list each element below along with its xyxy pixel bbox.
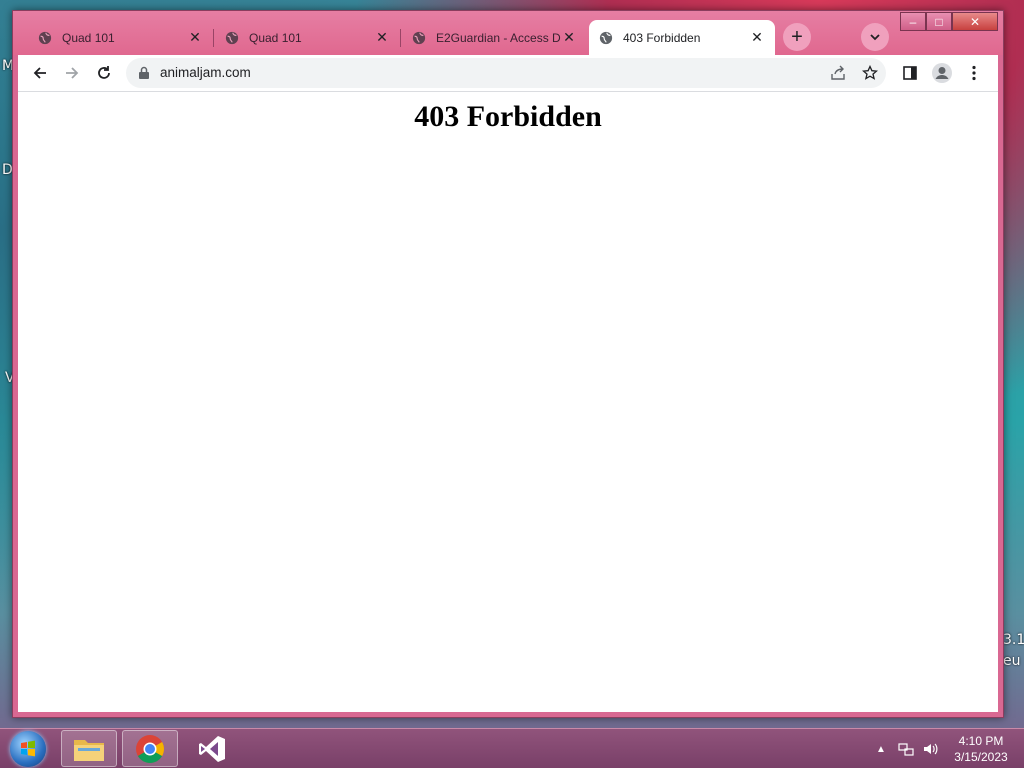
desktop-edge-text: 3.1	[1003, 632, 1024, 648]
avatar-icon	[932, 63, 952, 83]
profile-button[interactable]	[930, 61, 954, 85]
chrome-icon	[136, 734, 164, 763]
browser-toolbar: animaljam.com	[18, 55, 998, 91]
minimize-icon: –	[909, 14, 917, 29]
close-tab-icon[interactable]: ✕	[374, 29, 390, 46]
kebab-menu-icon	[972, 65, 976, 81]
windows-logo-icon	[21, 740, 35, 757]
tab-title: E2Guardian - Access Denied	[436, 30, 561, 45]
tab-title: Quad 101	[62, 30, 115, 45]
address-bar[interactable]: animaljam.com	[126, 58, 886, 88]
tab-divider	[400, 29, 401, 47]
arrow-right-icon	[66, 67, 79, 79]
lock-icon	[139, 66, 149, 79]
globe-icon	[412, 31, 426, 44]
new-tab-button[interactable]: +	[783, 23, 811, 51]
arrow-left-icon	[33, 67, 46, 79]
minimize-button[interactable]: –	[900, 12, 926, 31]
page-content: 403 Forbidden	[18, 91, 998, 712]
desktop-edge-text: eu	[1003, 653, 1021, 669]
show-hidden-icons-button[interactable]: ▲	[874, 729, 888, 768]
maximize-button[interactable]: □	[926, 12, 952, 31]
volume-control[interactable]	[920, 729, 940, 768]
clock-time: 4:10 PM	[958, 734, 1004, 748]
tab-403-forbidden[interactable]: 403 Forbidden ✕	[589, 20, 775, 55]
side-panel-icon	[903, 66, 917, 80]
system-clock[interactable]: 4:10 PM 3/15/2023	[948, 733, 1014, 765]
clock-date: 3/15/2023	[954, 750, 1008, 764]
page-heading: 403 Forbidden	[414, 100, 602, 133]
tab-divider	[213, 29, 214, 47]
globe-icon	[599, 31, 613, 44]
folder-icon	[74, 739, 104, 761]
network-status[interactable]	[896, 729, 916, 768]
visual-studio-icon	[199, 735, 225, 762]
tab-search-button[interactable]	[861, 23, 889, 51]
close-tab-icon[interactable]: ✕	[187, 29, 203, 46]
forward-button[interactable]	[60, 61, 84, 85]
network-icon	[898, 743, 914, 756]
taskbar-file-explorer[interactable]	[61, 730, 117, 767]
taskbar: ▲ 4:10 PM 3/15/2023	[0, 728, 1024, 768]
tab-quad-101-2[interactable]: Quad 101 ✕	[215, 20, 400, 55]
reload-icon	[98, 66, 110, 79]
url-text: animaljam.com	[160, 65, 251, 80]
bookmark-button[interactable]	[858, 61, 882, 85]
back-button[interactable]	[28, 61, 52, 85]
chevron-up-icon: ▲	[876, 743, 886, 755]
tab-e2guardian[interactable]: E2Guardian - Access Denied ✕	[402, 20, 587, 55]
speaker-icon	[924, 743, 938, 755]
tab-title: Quad 101	[249, 30, 302, 45]
close-tab-icon[interactable]: ✕	[749, 29, 765, 46]
maximize-icon: □	[935, 14, 943, 29]
browser-window: Quad 101 ✕ Quad 101 ✕ E2Guardian - Acces…	[12, 10, 1004, 718]
globe-icon	[225, 31, 239, 44]
side-panel-button[interactable]	[898, 61, 922, 85]
plus-icon: +	[791, 25, 803, 48]
tab-quad-101-1[interactable]: Quad 101 ✕	[28, 20, 213, 55]
globe-icon	[38, 31, 52, 44]
share-icon	[831, 65, 845, 80]
menu-button[interactable]	[962, 61, 986, 85]
taskbar-chrome[interactable]	[122, 730, 178, 767]
tab-strip: Quad 101 ✕ Quad 101 ✕ E2Guardian - Acces…	[13, 11, 1003, 55]
close-icon: ✕	[969, 14, 981, 29]
share-button[interactable]	[826, 61, 850, 85]
close-tab-icon[interactable]: ✕	[561, 29, 577, 46]
start-button[interactable]	[10, 731, 46, 767]
chevron-down-icon	[870, 34, 880, 41]
close-window-button[interactable]: ✕	[952, 12, 998, 31]
taskbar-visual-studio[interactable]	[184, 730, 240, 767]
reload-button[interactable]	[92, 61, 116, 85]
tab-title: 403 Forbidden	[623, 30, 701, 45]
star-icon	[862, 65, 878, 80]
